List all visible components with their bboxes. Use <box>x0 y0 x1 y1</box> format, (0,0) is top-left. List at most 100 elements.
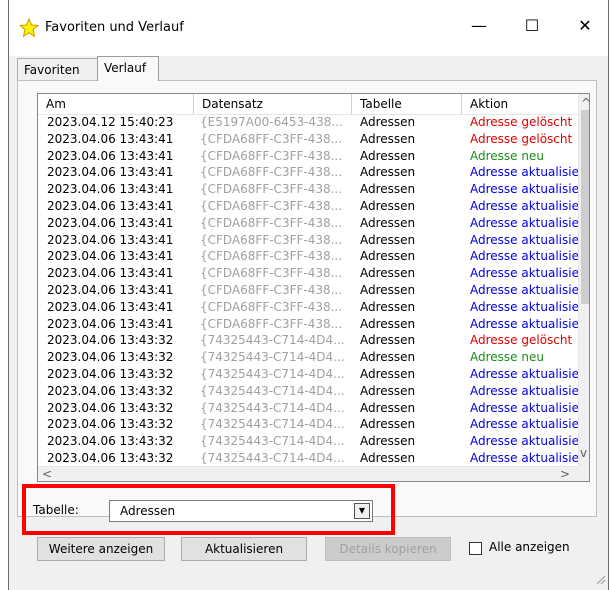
table-row[interactable]: 2023.04.06 13:43:41 {CFDA68FF-C3FF-438...… <box>38 198 578 215</box>
column-header-aktion[interactable]: Aktion <box>462 94 578 114</box>
table-row[interactable]: 2023.04.06 13:43:41 {CFDA68FF-C3FF-438...… <box>38 265 578 282</box>
cell-tabelle: Adressen <box>360 434 416 449</box>
scroll-down-icon[interactable]: v <box>580 446 587 461</box>
table-row[interactable]: 2023.04.06 13:43:41 {CFDA68FF-C3FF-438...… <box>38 164 578 181</box>
cell-am: 2023.04.06 13:43:41 <box>47 182 174 197</box>
table-row[interactable]: 2023.04.06 13:43:41 {CFDA68FF-C3FF-438...… <box>38 148 578 165</box>
tab-favoriten[interactable]: Favoriten <box>17 58 97 80</box>
cell-tabelle: Adressen <box>360 232 416 247</box>
cell-aktion: Adresse neu <box>470 350 544 365</box>
table-row[interactable]: 2023.04.06 13:43:41 {CFDA68FF-C3FF-438...… <box>38 282 578 299</box>
cell-tabelle: Adressen <box>360 299 416 314</box>
cell-tabelle: Adressen <box>360 131 416 146</box>
table-row[interactable]: 2023.04.06 13:43:32 {74325443-C714-4D4...… <box>38 383 578 400</box>
cell-tabelle: Adressen <box>360 199 416 213</box>
cell-aktion: Adresse aktualisiert <box>470 199 578 213</box>
scroll-thumb[interactable] <box>581 110 589 304</box>
cell-datensatz: {CFDA68FF-C3FF-438... <box>200 299 343 314</box>
cell-aktion: Adresse aktualisiert <box>470 283 578 297</box>
table-row[interactable]: 2023.04.06 13:43:41 {CFDA68FF-C3FF-438...… <box>38 232 578 249</box>
cell-am: 2023.04.06 13:43:32 <box>47 350 174 365</box>
cell-datensatz: {CFDA68FF-C3FF-438... <box>200 182 343 197</box>
show-all-label[interactable]: Alle anzeigen <box>489 540 570 554</box>
cell-tabelle: Adressen <box>360 400 416 415</box>
cell-am: 2023.04.06 13:43:32 <box>47 434 174 449</box>
cell-datensatz: {CFDA68FF-C3FF-438... <box>200 266 343 281</box>
table-row[interactable]: 2023.04.06 13:43:32 {74325443-C714-4D4...… <box>38 400 578 417</box>
cell-am: 2023.04.06 13:43:41 <box>47 131 174 146</box>
copy-details-button[interactable]: Details kopieren <box>325 537 451 561</box>
cell-aktion: Adresse aktualisiert <box>470 367 578 381</box>
table-row[interactable]: 2023.04.06 13:43:32 {74325443-C714-4D4...… <box>38 366 578 383</box>
cell-datensatz: {CFDA68FF-C3FF-438... <box>200 165 343 180</box>
table-row[interactable]: 2023.04.06 13:43:32 {74325443-C714-4D4...… <box>38 332 578 349</box>
cell-datensatz: {CFDA68FF-C3FF-438... <box>200 249 343 264</box>
maximize-button[interactable]: ☐ <box>512 16 552 35</box>
tab-verlauf[interactable]: Verlauf <box>97 56 159 81</box>
cell-datensatz: {CFDA68FF-C3FF-438... <box>200 215 343 230</box>
title-bar[interactable]: Favoriten und Verlauf — ☐ ✕ <box>9 0 608 56</box>
cell-am: 2023.04.06 13:43:41 <box>47 266 174 281</box>
cell-datensatz: {74325443-C714-4D4... <box>200 400 345 415</box>
cell-am: 2023.04.06 13:43:41 <box>47 165 174 180</box>
cell-aktion: Adresse aktualisiert <box>470 215 578 230</box>
column-header-am[interactable]: Am <box>38 94 194 114</box>
cell-datensatz: {CFDA68FF-C3FF-438... <box>200 316 343 331</box>
cell-tabelle: Adressen <box>360 350 416 365</box>
cell-datensatz: {CFDA68FF-C3FF-438... <box>200 131 343 146</box>
cell-datensatz: {E5197A00-6453-438... <box>200 115 343 129</box>
cell-am: 2023.04.06 13:43:32 <box>47 367 174 381</box>
vertical-scrollbar[interactable]: ^ v <box>578 94 589 466</box>
column-header-datensatz[interactable]: Datensatz <box>194 94 352 114</box>
dialog-window: Favoriten und Verlauf — ☐ ✕ Favoriten Ve… <box>8 0 609 590</box>
table-row[interactable]: 2023.04.06 13:43:32 {74325443-C714-4D4...… <box>38 416 578 433</box>
cell-am: 2023.04.06 13:43:41 <box>47 283 174 297</box>
show-all-checkbox[interactable] <box>469 542 482 555</box>
cell-am: 2023.04.06 13:43:32 <box>47 417 174 432</box>
cell-tabelle: Adressen <box>360 266 416 281</box>
minimize-button[interactable]: — <box>459 16 499 35</box>
scroll-up-icon[interactable]: ^ <box>581 96 589 111</box>
cell-am: 2023.04.06 13:43:41 <box>47 232 174 247</box>
cell-aktion: Adresse aktualisiert <box>470 417 578 432</box>
cell-tabelle: Adressen <box>360 451 416 465</box>
dropdown-value: Adressen <box>120 504 176 518</box>
table-row[interactable]: 2023.04.06 13:43:41 {CFDA68FF-C3FF-438...… <box>38 215 578 232</box>
table-row[interactable]: 2023.04.06 13:43:41 {CFDA68FF-C3FF-438...… <box>38 131 578 148</box>
table-row[interactable]: 2023.04.06 13:43:41 {CFDA68FF-C3FF-438...… <box>38 181 578 198</box>
scroll-right-icon[interactable]: > <box>560 467 570 481</box>
cell-tabelle: Adressen <box>360 316 416 331</box>
table-row[interactable]: 2023.04.06 13:43:32 {74325443-C714-4D4...… <box>38 349 578 366</box>
cell-aktion: Adresse gelöscht <box>470 333 573 348</box>
table-row[interactable]: 2023.04.06 13:43:41 {CFDA68FF-C3FF-438...… <box>38 248 578 265</box>
chevron-down-icon[interactable]: ▼ <box>354 503 370 519</box>
close-button[interactable]: ✕ <box>565 16 605 35</box>
cell-aktion: Adresse gelöscht <box>470 115 573 129</box>
cell-tabelle: Adressen <box>360 383 416 398</box>
table-row[interactable]: 2023.04.06 13:43:41 {CFDA68FF-C3FF-438...… <box>38 299 578 316</box>
table-row[interactable]: 2023.04.06 13:43:41 {CFDA68FF-C3FF-438...… <box>38 316 578 333</box>
cell-datensatz: {CFDA68FF-C3FF-438... <box>200 148 343 163</box>
more-button[interactable]: Weitere anzeigen <box>37 537 165 561</box>
cell-datensatz: {74325443-C714-4D4... <box>200 350 345 365</box>
list-header: Am Datensatz Tabelle Aktion <box>38 94 578 115</box>
cell-datensatz: {74325443-C714-4D4... <box>200 383 345 398</box>
table-row[interactable]: 2023.04.06 13:43:32 {74325443-C714-4D4...… <box>38 433 578 450</box>
table-row[interactable]: 2023.04.12 15:40:23 {E5197A00-6453-438...… <box>38 114 578 131</box>
cell-datensatz: {CFDA68FF-C3FF-438... <box>200 283 343 297</box>
cell-aktion: Adresse aktualisiert <box>470 182 578 197</box>
cell-tabelle: Adressen <box>360 165 416 180</box>
cell-datensatz: {CFDA68FF-C3FF-438... <box>200 232 343 247</box>
column-header-tabelle[interactable]: Tabelle <box>352 94 462 114</box>
table-row[interactable]: 2023.04.06 13:43:32 {74325443-C714-4D4...… <box>38 450 578 467</box>
cell-tabelle: Adressen <box>360 215 416 230</box>
cell-tabelle: Adressen <box>360 249 416 264</box>
history-list[interactable]: Am Datensatz Tabelle Aktion 2023.04.12 1… <box>37 93 590 482</box>
horizontal-scrollbar[interactable]: < > <box>38 466 578 481</box>
cell-tabelle: Adressen <box>360 417 416 432</box>
tabelle-dropdown[interactable]: Adressen ▼ <box>109 500 373 522</box>
scroll-left-icon[interactable]: < <box>42 467 52 481</box>
cell-tabelle: Adressen <box>360 182 416 197</box>
resize-grip-icon[interactable] <box>594 573 606 585</box>
refresh-button[interactable]: Aktualisieren <box>181 537 307 561</box>
